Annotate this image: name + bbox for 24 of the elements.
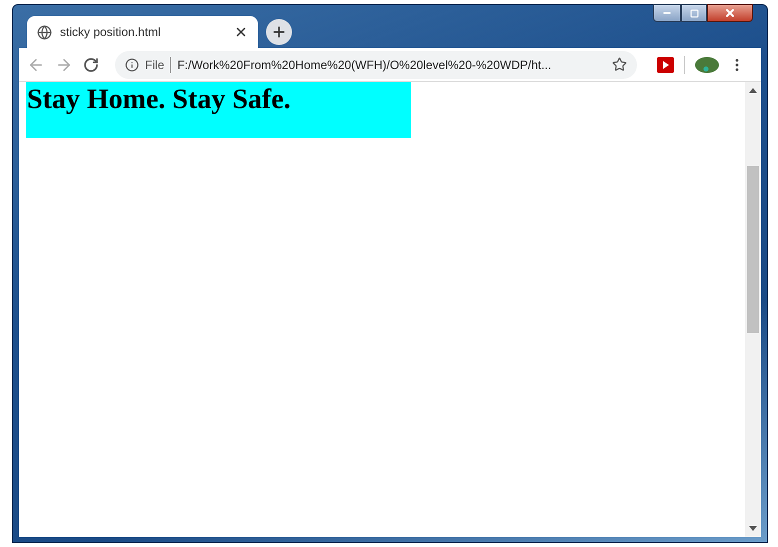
reload-icon[interactable] [83, 56, 99, 72]
play-icon[interactable] [657, 56, 674, 72]
bookmark-star-icon[interactable] [612, 57, 627, 72]
url-text: F:/Work%20From%20Home%20(WFH)/O%20level%20-%20WDP/ht... [177, 56, 552, 74]
page-heading: Stay Home. Stay Safe. [26, 83, 292, 117]
info-icon [125, 58, 139, 72]
close-tab-icon[interactable] [234, 25, 248, 39]
close-button[interactable] [707, 4, 753, 22]
maximize-icon [690, 8, 698, 18]
address-bar[interactable]: File F:/Work%20From%20Home%20(WFH)/O%20level%20-%20WDP/ht... [115, 50, 637, 78]
plus-icon [271, 24, 287, 40]
minimize-button[interactable] [653, 4, 681, 22]
new-tab-button[interactable] [266, 19, 292, 45]
scrollbar[interactable] [745, 82, 761, 537]
profile-avatar-icon[interactable] [695, 56, 719, 74]
scroll-up-icon [749, 88, 757, 93]
scheme-label: File [145, 56, 164, 74]
tab-title: sticky position.html [60, 24, 162, 41]
scroll-down-icon [749, 526, 757, 531]
maximize-button[interactable] [681, 4, 707, 22]
close-icon [724, 7, 736, 19]
scrollbar-thumb[interactable] [747, 166, 759, 333]
browser-tab[interactable]: sticky position.html [27, 16, 258, 48]
globe-icon [37, 24, 52, 40]
